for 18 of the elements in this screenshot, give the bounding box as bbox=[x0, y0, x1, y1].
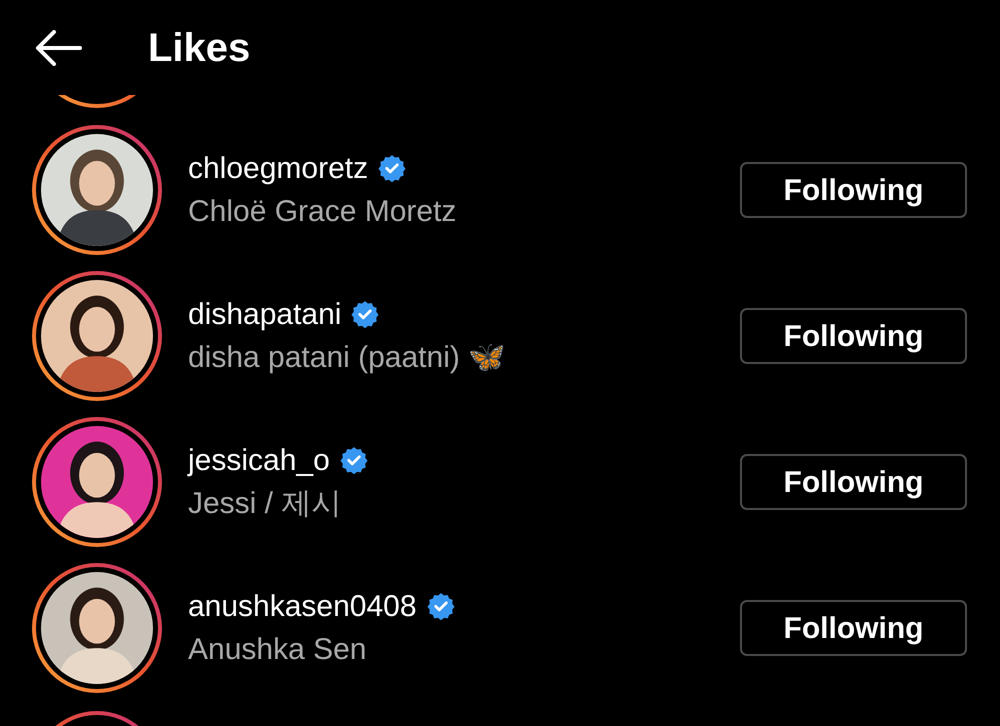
following-button[interactable]: Following bbox=[740, 162, 967, 218]
full-name: disha patani (paatni) 🦋 bbox=[188, 340, 506, 376]
verified-badge-icon bbox=[378, 154, 406, 182]
username[interactable]: dishapatani bbox=[188, 292, 342, 336]
following-button[interactable]: Following bbox=[740, 308, 967, 364]
full-name: Chloë Grace Moretz bbox=[188, 194, 458, 230]
back-arrow-icon[interactable] bbox=[34, 30, 82, 66]
full-name: Jessi / 제시 bbox=[188, 486, 342, 522]
verified-badge-icon bbox=[340, 446, 368, 474]
username[interactable]: anushkasen0408 bbox=[188, 584, 417, 628]
verified-badge-icon bbox=[351, 300, 380, 328]
username[interactable]: jessicah_o bbox=[188, 438, 330, 482]
full-name: Anushka Sen bbox=[188, 632, 368, 668]
username[interactable]: chloegmoretz bbox=[188, 146, 368, 190]
following-button[interactable]: Following bbox=[740, 454, 967, 510]
following-button[interactable]: Following bbox=[740, 600, 967, 656]
page-title: Likes bbox=[148, 24, 250, 72]
verified-badge-icon bbox=[426, 592, 455, 620]
